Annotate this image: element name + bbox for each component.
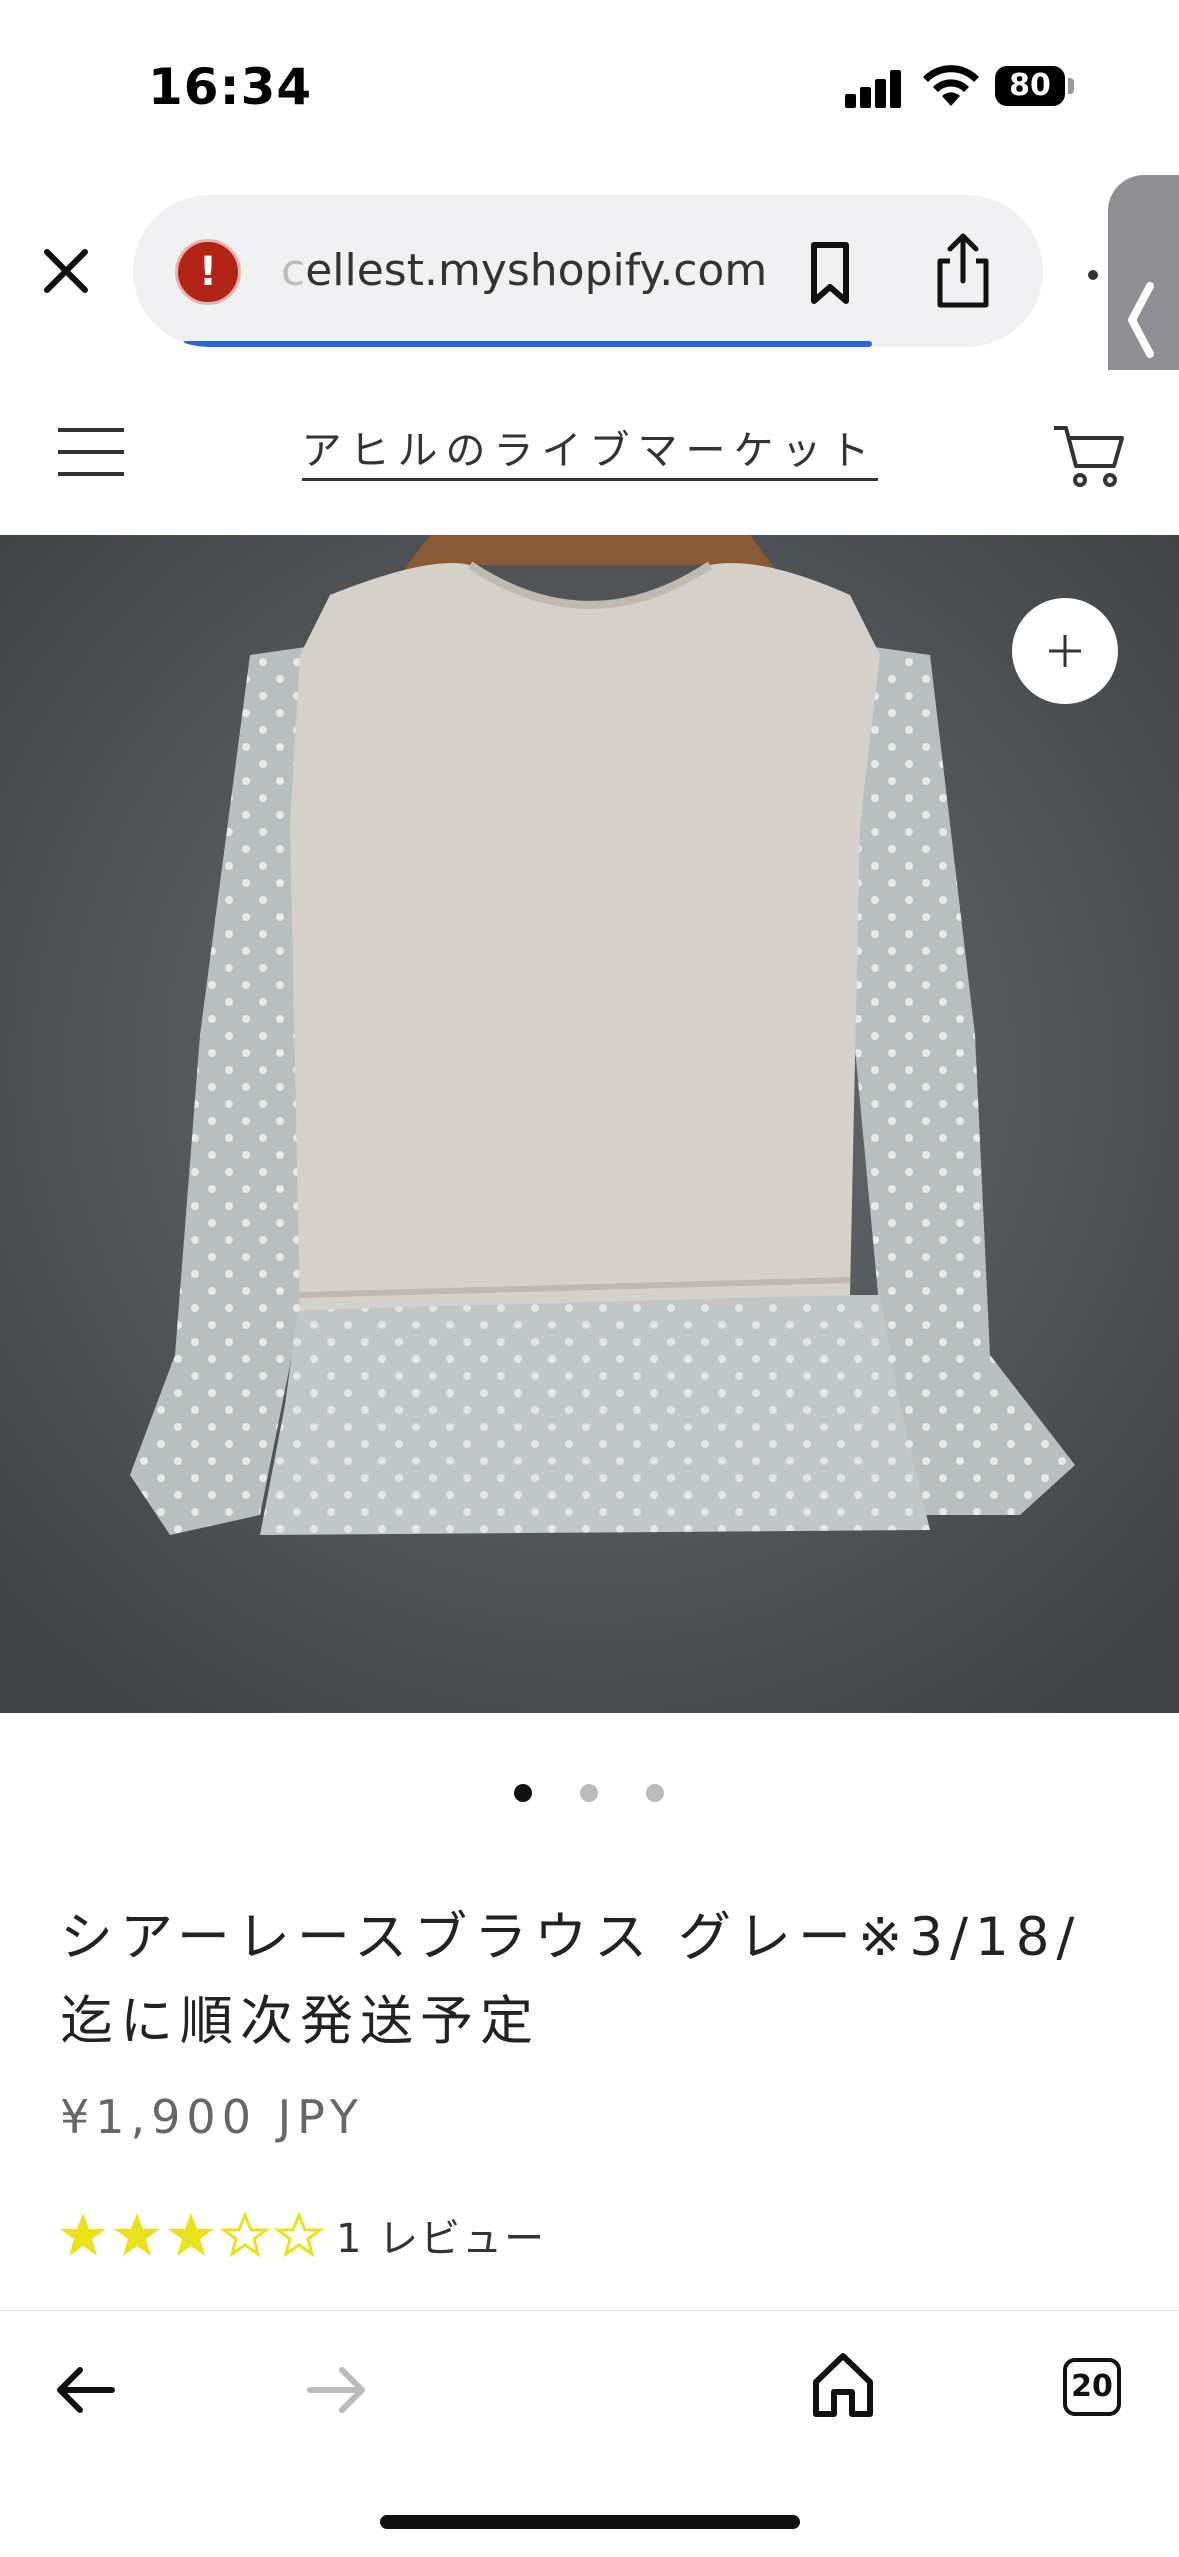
status-time: 16:34 [148, 58, 313, 116]
store-name-link[interactable]: アヒルのライブマーケット [0, 418, 1179, 481]
star-empty-icon [220, 2211, 270, 2258]
star-filled-icon [114, 2213, 160, 2256]
carousel-dot-2[interactable] [580, 1784, 598, 1802]
status-bar: 16:34 80 [0, 0, 1179, 170]
bookmark-icon[interactable] [800, 239, 860, 309]
url-domain: ellest.myshopify.com [305, 245, 768, 296]
plus-icon [1049, 635, 1081, 667]
review-count: 1 レビュー [336, 2216, 547, 2262]
more-options-icon[interactable] [1088, 270, 1098, 280]
home-indicator [380, 2515, 800, 2529]
share-icon[interactable] [928, 231, 998, 311]
tabs-button[interactable]: 20 [1063, 2358, 1121, 2416]
star-filled-icon [60, 2213, 106, 2256]
arrow-right-icon[interactable] [302, 2360, 372, 2420]
home-icon[interactable] [808, 2350, 878, 2420]
battery-level: 80 [995, 66, 1065, 106]
product-title: シアーレースブラウス グレー※3/18/迄に順次発送予定 [60, 1907, 1082, 2052]
close-icon [44, 249, 88, 293]
zoom-button[interactable] [1012, 598, 1118, 704]
cart-icon[interactable] [1050, 420, 1130, 490]
star-filled-icon [168, 2213, 214, 2256]
blouse-photo [0, 535, 1179, 1713]
carousel-dot-3[interactable] [646, 1784, 664, 1802]
url-faded-prefix: c [281, 245, 306, 296]
wifi-icon [923, 65, 979, 106]
product-image[interactable] [0, 535, 1179, 1713]
carousel-dot-1[interactable] [514, 1784, 532, 1802]
chevron-left-icon [1128, 282, 1154, 358]
arrow-left-icon[interactable] [50, 2360, 120, 2420]
address-bar[interactable]: ! cellest.myshopify.com [133, 195, 1043, 347]
url-text[interactable]: cellest.myshopify.com [281, 245, 767, 296]
image-carousel-dots [0, 1784, 1179, 1808]
page-load-progress [183, 341, 872, 347]
battery-cap [1068, 78, 1074, 94]
close-button[interactable] [30, 235, 102, 307]
star-empty-icon [274, 2211, 324, 2258]
product-price: ¥1,900 JPY [60, 2090, 364, 2144]
cellular-signal-icon [845, 70, 905, 108]
product-rating[interactable]: 1 レビュー [58, 2205, 546, 2265]
alert-icon[interactable]: ! [175, 239, 241, 305]
store-name: アヒルのライブマーケット [301, 428, 878, 481]
